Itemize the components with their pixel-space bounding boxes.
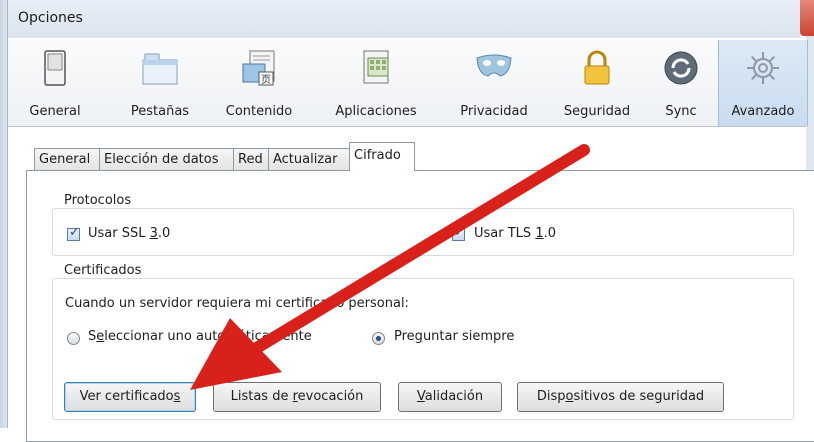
certificate-prompt: Cuando un servidor requiera mi certifica… [65,296,409,311]
listas-revocacion-button[interactable]: Listas de revocación [213,382,381,412]
close-button[interactable] [800,0,814,36]
check-icon: ✓ [454,225,465,240]
svg-text:页: 页 [261,74,271,86]
applications-icon [363,50,389,84]
ssl-checkbox[interactable]: ✓ [67,225,80,241]
subtab-label: Cifrado [354,148,401,163]
toolbar-label-aplicaciones: Aplicaciones [335,104,417,119]
toolbar-privacidad[interactable]: Privacidad [444,40,544,126]
padlock-icon [584,50,610,85]
subtab-label: Elección de datos [104,152,219,167]
subtab-label: Red [238,152,263,167]
toolbar-general[interactable]: General [8,40,102,126]
toolbar-aplicaciones[interactable]: Aplicaciones [318,40,434,126]
dispositivos-seguridad-button[interactable]: Dispositivos de seguridad [517,382,724,412]
window-title: Opciones [18,10,83,26]
subtab-red[interactable]: Red [233,148,269,170]
toolbar-label-contenido: Contenido [225,104,293,119]
sync-icon [664,51,698,85]
toolbar-seguridad[interactable]: Seguridad [552,40,642,126]
radio-ask[interactable] [372,332,385,345]
toolbar-label-sync: Sync [665,104,697,119]
window-left-border [0,0,8,428]
subtab-label: Actualizar [273,152,338,167]
mask-icon [476,54,512,77]
toolbar-pestanas[interactable]: Pestañas [120,40,200,126]
content-icon: 页 [242,50,275,86]
toolbar-label-seguridad: Seguridad [563,104,631,119]
toolbar-label-pestanas: Pestañas [130,104,190,119]
subtab-cifrado[interactable]: Cifrado [349,142,415,171]
validacion-button[interactable]: Validación [398,382,502,412]
radio-auto[interactable] [67,332,80,345]
ver-certificados-button[interactable]: Ver certificados [64,382,196,412]
title-bar: Opciones [8,0,800,38]
tabs-icon [142,53,178,85]
protocolos-legend: Protocolos [61,193,135,208]
ssl-label: Usar SSL 3.0 [88,226,171,241]
toolbar-label-general: General [29,104,81,119]
toolbar-label-avanzado: Avanzado [731,104,795,119]
tls-checkbox[interactable]: ✓ [452,225,465,241]
subtab-actualizar[interactable]: Actualizar [268,148,350,170]
toolbar-contenido[interactable]: 页 Contenido [216,40,302,126]
preferences-toolbar: General Pestañas 页 Contenido Aplicacione… [8,40,808,127]
subtab-eleccion-datos[interactable]: Elección de datos [99,148,234,170]
gear-icon [747,52,779,84]
radio-auto-label: Seleccionar uno automáticamente [88,329,312,344]
toolbar-avanzado[interactable]: Avanzado [718,40,808,126]
radio-ask-label: Preguntar siempre [394,329,515,344]
check-icon: ✓ [69,225,80,240]
tls-label: Usar TLS 1.0 [474,226,556,241]
subtab-general[interactable]: General [34,148,100,170]
toolbar-sync[interactable]: Sync [648,40,714,126]
subtab-label: General [39,152,91,167]
switch-icon [44,50,66,86]
certificados-legend: Certificados [61,263,145,278]
toolbar-label-privacidad: Privacidad [460,104,528,119]
